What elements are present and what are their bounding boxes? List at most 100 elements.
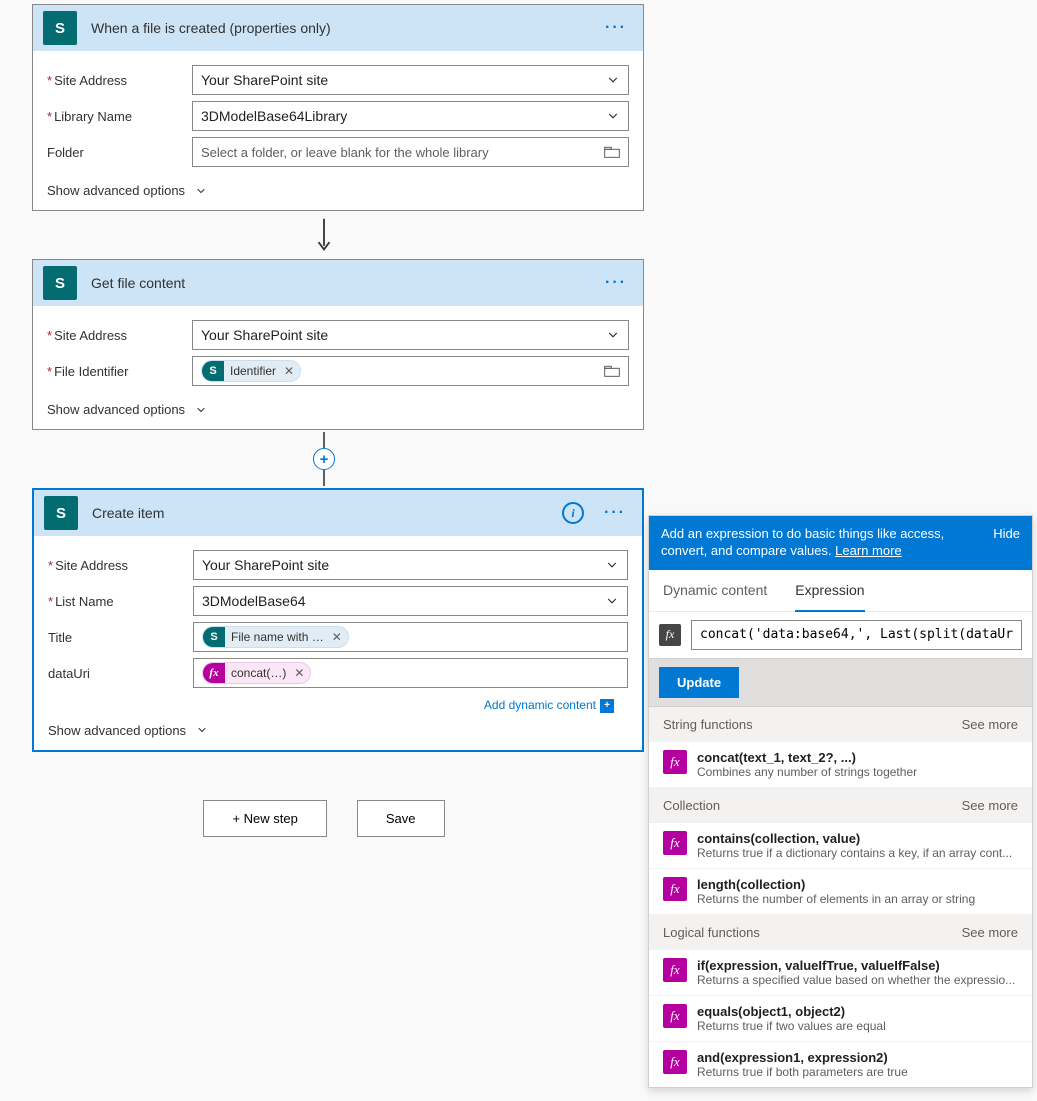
banner-text: Add an expression to do basic things lik… xyxy=(661,526,944,558)
button-row: + New step Save xyxy=(4,800,644,837)
see-more-link[interactable]: See more xyxy=(962,717,1018,732)
function-item[interactable]: fx length(collection)Returns the number o… xyxy=(649,869,1032,915)
remove-pill-icon[interactable]: ✕ xyxy=(332,630,342,644)
field-input[interactable]: SIdentifier✕ xyxy=(192,356,629,386)
card-header[interactable]: SCreate itemi··· xyxy=(34,490,642,536)
required-asterisk: * xyxy=(47,364,52,379)
flow-arrow xyxy=(4,215,644,255)
field-label-text: Site Address xyxy=(54,73,127,88)
see-more-link[interactable]: See more xyxy=(962,925,1018,940)
field-label: *Site Address xyxy=(48,558,193,573)
field-input[interactable]: fxconcat(…)✕ xyxy=(193,658,628,688)
fx-icon: fx xyxy=(663,877,687,901)
card-header[interactable]: SWhen a file is created (properties only… xyxy=(33,5,643,51)
flow-insert-node: + xyxy=(4,432,644,486)
more-icon[interactable]: ··· xyxy=(599,19,633,37)
folder-icon[interactable] xyxy=(604,145,620,159)
chevron-down-icon[interactable] xyxy=(606,328,620,342)
function-item[interactable]: fxcontains(collection, value)Returns tru… xyxy=(649,823,1032,869)
field-input[interactable]: SFile name with …✕ xyxy=(193,622,628,652)
tab-expression[interactable]: Expression xyxy=(795,570,864,612)
insert-step-button[interactable]: + xyxy=(313,448,335,470)
required-asterisk: * xyxy=(48,558,53,573)
function-description: Returns a specified value based on wheth… xyxy=(697,973,1018,987)
field-input[interactable]: 3DModelBase64 xyxy=(193,586,628,616)
function-item[interactable]: fxand(expression1, expression2)Returns t… xyxy=(649,1042,1032,1087)
required-asterisk: * xyxy=(48,594,53,609)
function-signature: and(expression1, expression2) xyxy=(697,1050,1018,1065)
function-signature: length(collection) xyxy=(697,877,1018,892)
expression-panel: Add an expression to do basic things lik… xyxy=(648,515,1033,1088)
function-item[interactable]: fxconcat(text_1, text_2?, ...)Combines a… xyxy=(649,742,1032,788)
fx-pill-icon: fx xyxy=(203,663,225,683)
function-description: Returns the number of elements in an arr… xyxy=(697,892,1018,906)
action-card: SCreate itemi···*Site AddressYour ShareP… xyxy=(32,488,644,752)
field-input[interactable]: Select a folder, or leave blank for the … xyxy=(192,137,629,167)
folder-icon[interactable] xyxy=(604,364,620,378)
show-advanced-options[interactable]: Show advanced options xyxy=(48,713,628,738)
expression-row: fx xyxy=(649,612,1032,658)
card-header[interactable]: SGet file content··· xyxy=(33,260,643,306)
see-more-link[interactable]: See more xyxy=(962,798,1018,813)
show-advanced-options[interactable]: Show advanced options xyxy=(47,173,629,198)
field-row: Title SFile name with …✕ xyxy=(48,622,628,652)
action-card: SGet file content··· * Site Address Your Sh… xyxy=(32,259,644,430)
field-input[interactable]: 3DModelBase64Library xyxy=(192,101,629,131)
function-item[interactable]: fxequals(object1, object2)Returns true i… xyxy=(649,996,1032,1042)
chevron-down-icon[interactable] xyxy=(605,558,619,572)
update-button[interactable]: Update xyxy=(659,667,739,698)
field-label-text: Title xyxy=(48,630,72,645)
add-dynamic-content-link[interactable]: Add dynamic content+ xyxy=(48,694,628,713)
field-row: *Library Name3DModelBase64Library xyxy=(47,101,629,131)
field-row: FolderSelect a folder, or leave blank fo… xyxy=(47,137,629,167)
fx-icon: fx xyxy=(663,1004,687,1028)
show-advanced-options[interactable]: Show advanced options xyxy=(47,392,629,417)
field-label-text: Site Address xyxy=(55,558,128,573)
tab-dynamic-content[interactable]: Dynamic content xyxy=(663,570,767,611)
more-icon[interactable]: ··· xyxy=(599,274,633,292)
remove-pill-icon[interactable]: ✕ xyxy=(294,666,304,680)
more-icon[interactable]: ··· xyxy=(598,504,632,522)
function-signature: contains(collection, value) xyxy=(697,831,1018,846)
expression-input[interactable] xyxy=(691,620,1022,650)
chevron-down-icon[interactable] xyxy=(606,109,620,123)
chevron-down-icon[interactable] xyxy=(606,73,620,87)
field-label-text: File Identifier xyxy=(54,364,128,379)
token-pill-sp[interactable]: SFile name with …✕ xyxy=(202,626,349,648)
token-pill-fx[interactable]: fxconcat(…)✕ xyxy=(202,662,311,684)
token-pill-sp[interactable]: SIdentifier✕ xyxy=(201,360,301,382)
required-asterisk: * xyxy=(47,73,52,88)
sharepoint-pill-icon: S xyxy=(203,627,225,647)
save-button[interactable]: Save xyxy=(357,800,445,837)
field-row: dataUri fxconcat(…)✕ xyxy=(48,658,628,688)
field-input[interactable]: Your SharePoint site xyxy=(192,65,629,95)
card-body: *Site Address Your SharePoint site *Librar… xyxy=(33,51,643,210)
field-input[interactable]: Your SharePoint site xyxy=(193,550,628,580)
field-row: *File Identifier SIdentifier✕ xyxy=(47,356,629,386)
remove-pill-icon[interactable]: ✕ xyxy=(284,364,294,378)
new-step-button[interactable]: + New step xyxy=(203,800,326,837)
field-value: 3DModelBase64Library xyxy=(201,108,347,124)
fx-icon: fx xyxy=(663,1050,687,1074)
chevron-down-icon[interactable] xyxy=(605,594,619,608)
function-list[interactable]: String functionsSee morefxconcat(text_1,… xyxy=(649,707,1032,1087)
card-title: When a file is created (properties only) xyxy=(91,20,599,36)
field-label-text: Site Address xyxy=(54,328,127,343)
function-item[interactable]: fxif(expression, valueIfTrue, valueIfFal… xyxy=(649,950,1032,996)
card-title: Get file content xyxy=(91,275,599,291)
card-body: *Site AddressYour SharePoint site*List N… xyxy=(34,536,642,750)
fx-icon: fx xyxy=(663,831,687,855)
panel-tabs: Dynamic content Expression xyxy=(649,570,1032,612)
hide-button[interactable]: Hide xyxy=(993,526,1020,560)
field-label: dataUri xyxy=(48,666,193,681)
fx-icon: fx xyxy=(663,958,687,982)
learn-more-link[interactable]: Learn more xyxy=(835,543,901,558)
function-group-header: Logical functionsSee more xyxy=(649,915,1032,950)
field-value: Your SharePoint site xyxy=(201,72,328,88)
info-icon[interactable]: i xyxy=(562,502,584,524)
field-input[interactable]: Your SharePoint site xyxy=(192,320,629,350)
card-body: * Site Address Your SharePoint site *File I… xyxy=(33,306,643,429)
field-label: *List Name xyxy=(48,594,193,609)
function-description: Combines any number of strings together xyxy=(697,765,1018,779)
function-signature: concat(text_1, text_2?, ...) xyxy=(697,750,1018,765)
